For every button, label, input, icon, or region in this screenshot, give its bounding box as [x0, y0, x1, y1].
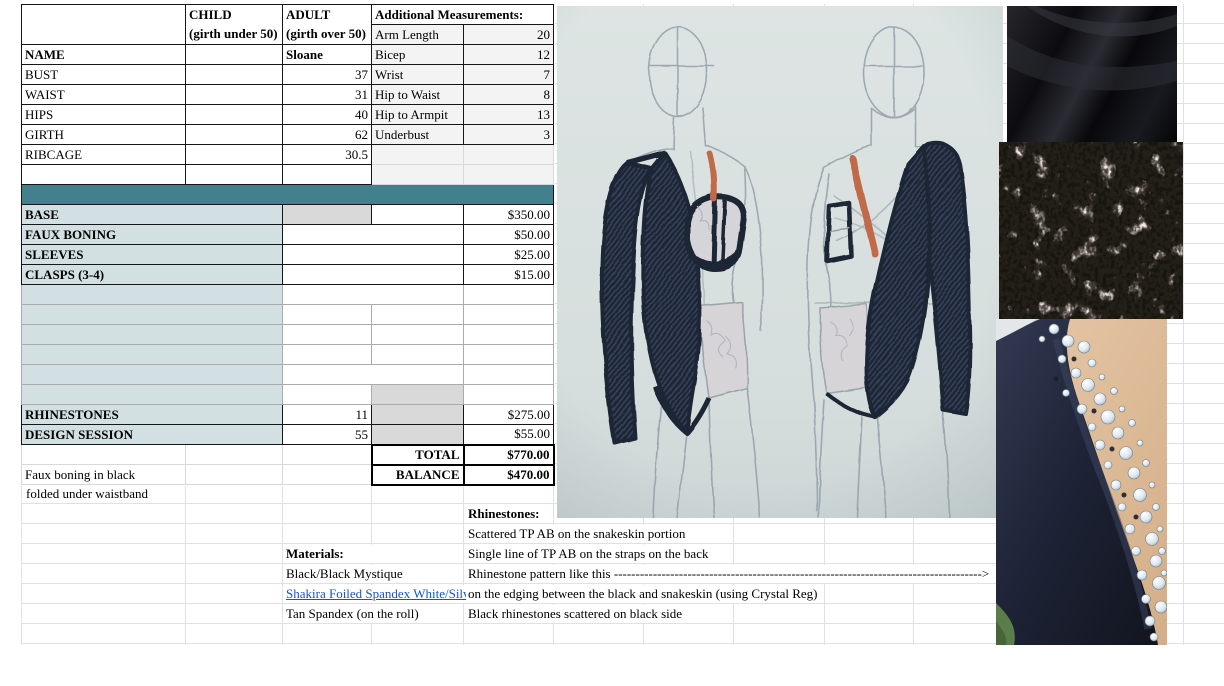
price-row-design-session: DESIGN SESSION 55 $55.00 [22, 425, 554, 445]
measure-row: BUST 37 Wrist 7 [22, 65, 554, 85]
additional-measurements-header: Additional Measurements: [372, 5, 554, 25]
price-row-clasps: CLASPS (3-4) $15.00 [22, 265, 554, 285]
material-item-link-cell: Shakira Foiled Spandex White/Silve [284, 585, 466, 603]
note-faux-boning: Faux boning in black [22, 465, 186, 485]
empty-price-row [22, 365, 554, 385]
black-fabric-swatch-image [1007, 6, 1177, 142]
measure-label: BUST [22, 65, 186, 85]
empty-price-row [22, 385, 554, 405]
rhinestone-note-pattern-arrow: Rhinestone pattern like this -----------… [466, 565, 991, 583]
measure-row: HIPS 40 Hip to Armpit 13 [22, 105, 554, 125]
measure-row: RIBCAGE 30.5 [22, 145, 554, 165]
col-header-child: CHILD (girth under 50) [186, 5, 283, 45]
rhinestone-note: on the edging between the black and snak… [466, 585, 819, 603]
materials-header: Materials: [284, 545, 373, 563]
header-row: CHILD (girth under 50) ADULT (girth over… [22, 5, 554, 25]
material-item: Black/Black Mystique [284, 565, 405, 583]
note-folded-waistband: folded under waistband [24, 485, 150, 503]
measure-value: 37 [283, 65, 372, 85]
name-label: NAME [22, 45, 186, 65]
balance-amount: $470.00 [464, 465, 554, 485]
price-row-rhinestones: RHINESTONES 11 $275.00 [22, 405, 554, 425]
total-row: TOTAL $770.00 [22, 445, 554, 465]
price-row-base: BASE $350.00 [22, 205, 554, 225]
empty-price-row [22, 305, 554, 325]
measure-row: WAIST 31 Hip to Waist 8 [22, 85, 554, 105]
spacer-row [22, 165, 554, 185]
rhinestone-note: Scattered TP AB on the snakeskin portion [466, 525, 687, 543]
total-label: TOTAL [372, 445, 464, 465]
price-row-sleeves: SLEEVES $25.00 [22, 245, 554, 265]
design-sketch-image [557, 6, 1003, 518]
empty-price-row [22, 325, 554, 345]
client-name: Sloane [283, 45, 372, 65]
teal-band [22, 185, 554, 205]
rhinestone-note: Black rhinestones scattered on black sid… [466, 605, 684, 623]
col-header-adult: ADULT (girth over 50) [283, 5, 372, 45]
balance-row: Faux boning in black BALANCE $470.00 [22, 465, 554, 485]
rhinestone-note: Single line of TP AB on the straps on th… [466, 545, 710, 563]
price-qty: 11 [283, 405, 372, 425]
order-table: CHILD (girth under 50) ADULT (girth over… [21, 4, 555, 486]
price-amount: $350.00 [464, 205, 554, 225]
additional-value: 20 [464, 25, 554, 45]
price-row-faux-boning: FAUX BONING $50.00 [22, 225, 554, 245]
empty-price-row [22, 285, 554, 305]
name-row: NAME Sloane Bicep 12 [22, 45, 554, 65]
snakeskin-swatch-image [999, 142, 1183, 319]
total-amount: $770.00 [464, 445, 554, 465]
measure-row: GIRTH 62 Underbust 3 [22, 125, 554, 145]
balance-label: BALANCE [372, 465, 464, 485]
empty-price-row [22, 345, 554, 365]
spreadsheet-page: CHILD (girth under 50) ADULT (girth over… [0, 0, 1224, 686]
rhinestone-detail-image [996, 319, 1167, 645]
material-hyperlink[interactable]: Shakira Foiled Spandex White/Silve [286, 586, 466, 601]
material-item: Tan Spandex (on the roll) [284, 605, 421, 623]
additional-label: Arm Length [372, 25, 464, 45]
teal-divider-row [22, 185, 554, 205]
rhinestones-header: Rhinestones: [466, 505, 542, 523]
price-label: BASE [22, 205, 283, 225]
